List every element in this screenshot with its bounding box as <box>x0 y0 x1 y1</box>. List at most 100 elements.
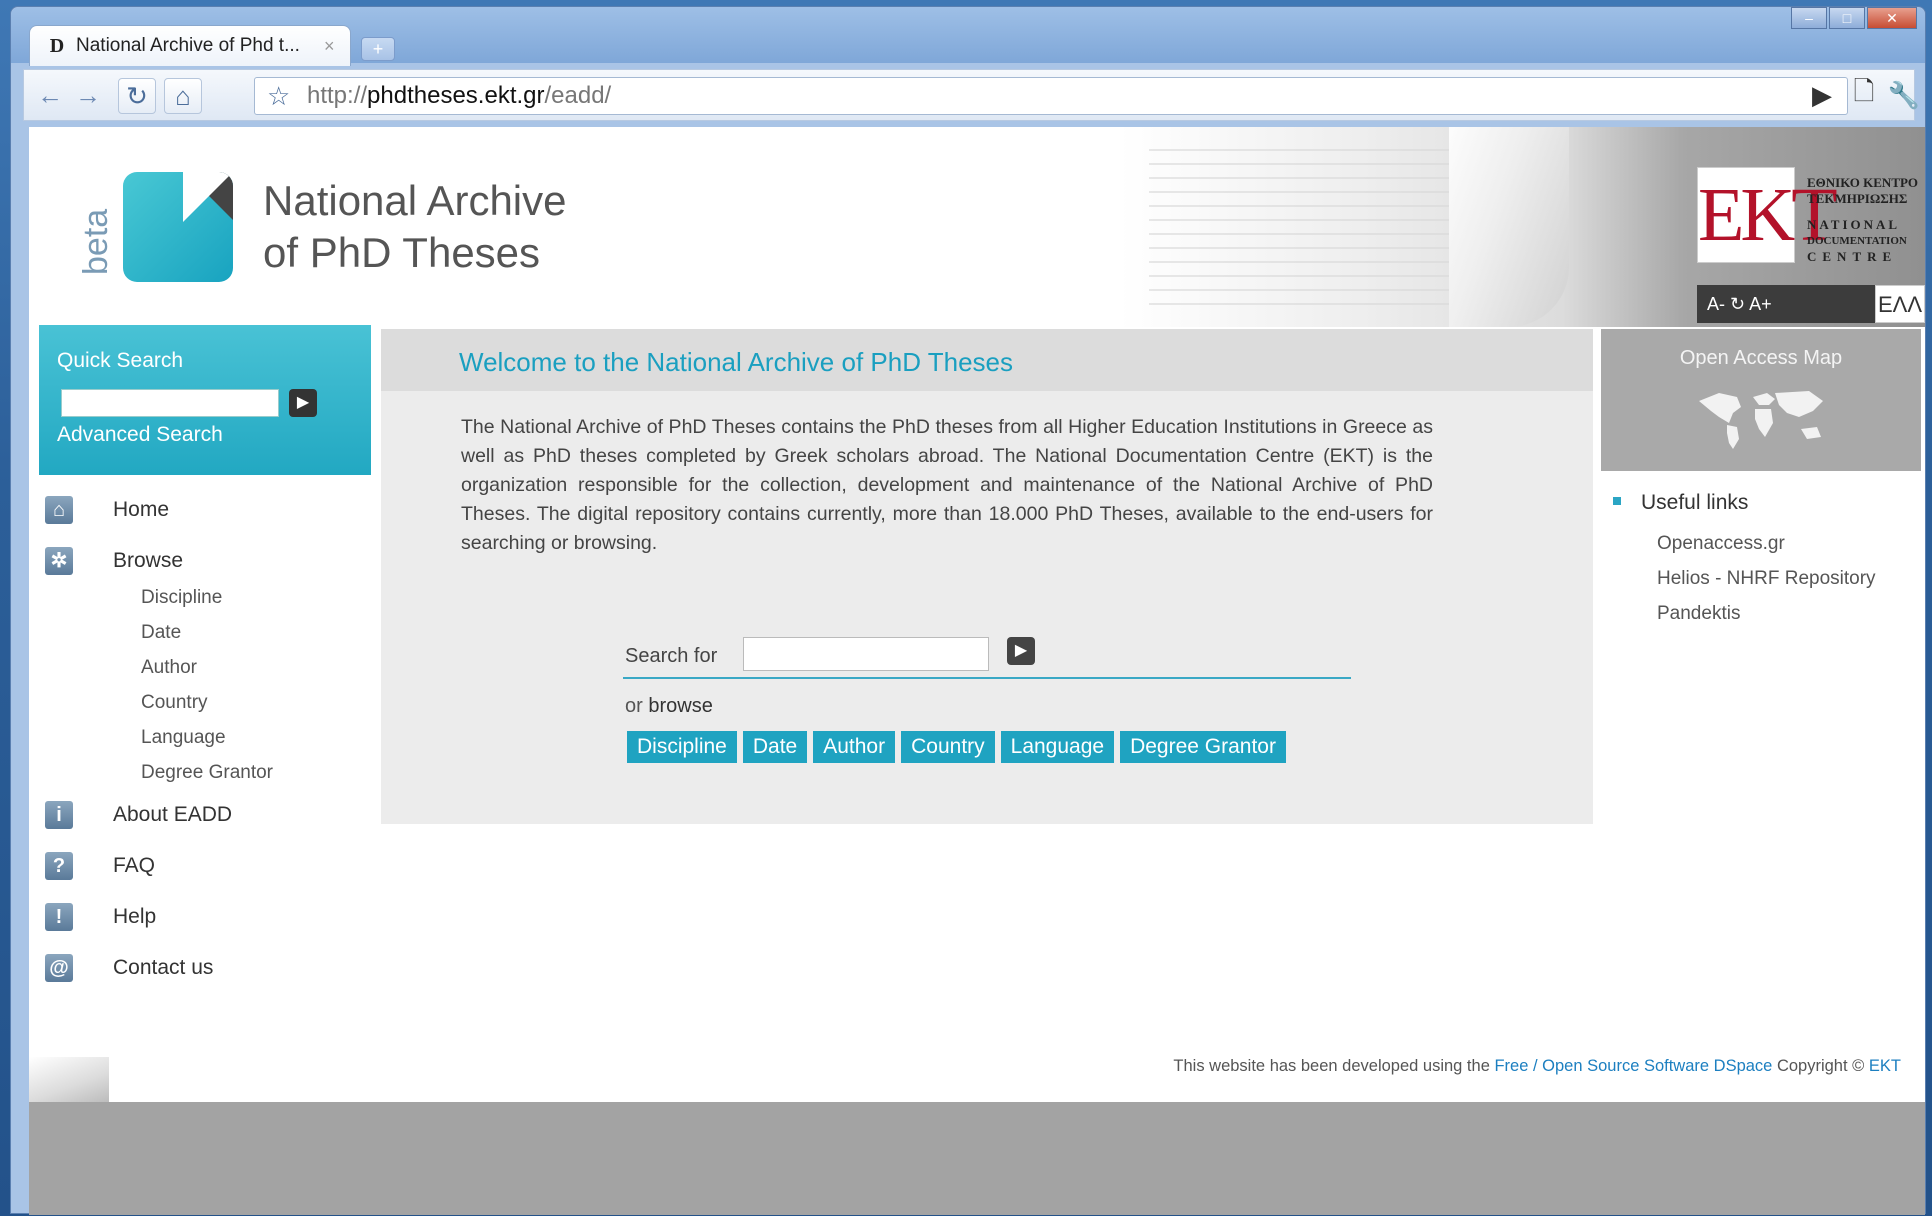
browser-toolbar: ← → ↻ ⌂ ☆ http://phdtheses.ekt.gr/eadd/ … <box>23 69 1920 121</box>
info-icon: i <box>45 801 73 829</box>
search-label: Search for <box>625 645 718 667</box>
browse-buttons: Discipline Date Author Country Language … <box>627 731 1292 763</box>
quick-search-input[interactable] <box>61 389 279 417</box>
tab-title: National Archive of Phd t... <box>76 35 300 56</box>
or-browse-text: or browse <box>625 695 713 718</box>
question-icon: ? <box>45 852 73 880</box>
close-tab-icon[interactable]: × <box>324 36 335 57</box>
beta-label: beta <box>77 208 115 275</box>
main-header: Welcome to the National Archive of PhD T… <box>381 329 1593 391</box>
url-prefix: http:// <box>307 82 368 109</box>
nav-sub-degree-grantor[interactable]: Degree Grantor <box>141 762 273 784</box>
footer-corner-graphic <box>29 1057 109 1102</box>
wrench-icon[interactable]: 🔧 <box>1886 78 1922 112</box>
nav-sub-discipline[interactable]: Discipline <box>141 587 222 609</box>
favicon-icon: D <box>49 34 65 57</box>
ekt-caption: ΕΘΝΙΚΟ ΚΕΝΤΡΟ ΤΕΚΜΗΡΙΩΣΗΣ NATIONAL DOCUM… <box>1807 175 1925 265</box>
link-helios[interactable]: Helios - NHRF Repository <box>1657 568 1876 590</box>
nav-sub-author[interactable]: Author <box>141 657 197 679</box>
site-name-line2: of PhD Theses <box>263 229 541 276</box>
new-tab-button[interactable]: + <box>361 37 395 61</box>
nav-faq-label: FAQ <box>113 854 156 877</box>
quick-search-title: Quick Search <box>57 349 184 372</box>
search-input[interactable] <box>743 637 989 671</box>
home-icon[interactable]: ⌂ <box>164 78 202 114</box>
nav-sub-country[interactable]: Country <box>141 692 208 714</box>
browse-language-button[interactable]: Language <box>1000 731 1115 763</box>
nav-about[interactable]: i About EADD <box>39 798 339 832</box>
nav-about-label: About EADD <box>113 803 233 826</box>
browser-window: D National Archive of Phd t... × + – □ ✕… <box>10 6 1926 1215</box>
site-logo[interactable] <box>123 172 233 282</box>
go-icon[interactable]: ▶ <box>1804 78 1840 112</box>
nav-sub-date[interactable]: Date <box>141 622 181 644</box>
browse-degree-grantor-button[interactable]: Degree Grantor <box>1120 731 1286 763</box>
ekt-en-2: DOCUMENTATION <box>1807 235 1907 247</box>
nav-browse[interactable]: ✲ Browse <box>39 544 339 578</box>
at-sign-icon: @ <box>45 954 73 982</box>
browse-discipline-button[interactable]: Discipline <box>627 731 737 763</box>
language-toggle[interactable]: ΕΛΛ <box>1875 285 1925 323</box>
nav-help-label: Help <box>113 905 157 928</box>
browse-author-button[interactable]: Author <box>813 731 896 763</box>
footer-text: This website has been developed using th… <box>1173 1057 1901 1076</box>
link-openaccess[interactable]: Openaccess.gr <box>1657 533 1785 555</box>
map-title: Open Access Map <box>1679 347 1843 369</box>
page-menu-icon[interactable]: 🗋 <box>1846 76 1882 112</box>
home-icon: ⌂ <box>45 496 73 524</box>
link-pandektis[interactable]: Pandektis <box>1657 603 1740 625</box>
footer-dspace-link[interactable]: Free / Open Source Software DSpace <box>1494 1057 1772 1075</box>
paper-fold <box>1449 127 1569 327</box>
footer-copyright: Copyright © <box>1776 1057 1865 1075</box>
browse-icon: ✲ <box>45 547 73 575</box>
site-header: beta National Archive of PhD Theses EKT … <box>29 127 1925 327</box>
font-size-controls[interactable]: A- ↻ A+ <box>1707 285 1772 323</box>
page-title: Welcome to the National Archive of PhD T… <box>459 347 1013 377</box>
nav-help[interactable]: ! Help <box>39 900 339 934</box>
ekt-greek-2: ΤΕΚΜΗΡΙΩΣΗΣ <box>1807 191 1908 206</box>
minimize-button[interactable]: – <box>1791 7 1827 29</box>
bullet-icon <box>1613 497 1621 505</box>
footer-ekt-link[interactable]: EKT <box>1869 1057 1901 1075</box>
ekt-en-3: CENTRE <box>1807 249 1898 264</box>
ekt-greek-1: ΕΘΝΙΚΟ ΚΕΝΤΡΟ <box>1807 175 1919 190</box>
window-controls: – □ ✕ <box>1789 7 1917 29</box>
quick-search-go-button[interactable]: ▶ <box>289 389 317 417</box>
address-bar[interactable]: ☆ http://phdtheses.ekt.gr/eadd/ <box>254 77 1848 115</box>
browse-text: browse <box>648 695 713 717</box>
bookmark-star-icon[interactable]: ☆ <box>267 78 290 114</box>
reload-icon[interactable]: ↻ <box>118 78 156 114</box>
maximize-button[interactable]: □ <box>1829 7 1865 29</box>
nav-home[interactable]: ⌂ Home <box>39 493 339 527</box>
intro-text: The National Archive of PhD Theses conta… <box>461 416 1433 554</box>
tab-strip: D National Archive of Phd t... × + – □ ✕ <box>11 7 1925 66</box>
forward-icon[interactable]: → <box>70 78 106 112</box>
footer-prefix: This website has been developed using th… <box>1173 1057 1490 1075</box>
exclamation-icon: ! <box>45 903 73 931</box>
browse-country-button[interactable]: Country <box>901 731 995 763</box>
site-name-line1: National Archive <box>263 177 567 224</box>
nav-contact-label: Contact us <box>113 956 214 979</box>
nav-browse-label: Browse <box>113 549 184 572</box>
page-viewport: beta National Archive of PhD Theses EKT … <box>29 127 1925 1215</box>
browse-date-button[interactable]: Date <box>742 731 808 763</box>
paper-text-lines <box>1149 137 1449 317</box>
ekt-en-1: NATIONAL <box>1807 217 1901 232</box>
close-window-button[interactable]: ✕ <box>1867 7 1917 29</box>
back-icon[interactable]: ← <box>32 78 68 112</box>
url-host: phdtheses.ekt.gr <box>367 82 545 109</box>
ekt-logo[interactable]: EKT <box>1697 167 1838 263</box>
nav-home-label: Home <box>113 498 170 521</box>
search-form: Search for ▶ <box>623 633 1351 679</box>
open-access-map[interactable]: Open Access Map <box>1601 329 1921 471</box>
page-bottom-band <box>29 1102 1925 1215</box>
site-name[interactable]: National Archive of PhD Theses <box>263 175 567 279</box>
nav-sub-language[interactable]: Language <box>141 727 226 749</box>
useful-links-title: Useful links <box>1641 491 1749 514</box>
or-text: or <box>625 695 643 717</box>
search-go-button[interactable]: ▶ <box>1007 637 1035 665</box>
advanced-search-link[interactable]: Advanced Search <box>57 423 223 447</box>
nav-contact[interactable]: @ Contact us <box>39 951 339 985</box>
browser-tab[interactable]: D National Archive of Phd t... × <box>29 25 351 66</box>
nav-faq[interactable]: ? FAQ <box>39 849 339 883</box>
